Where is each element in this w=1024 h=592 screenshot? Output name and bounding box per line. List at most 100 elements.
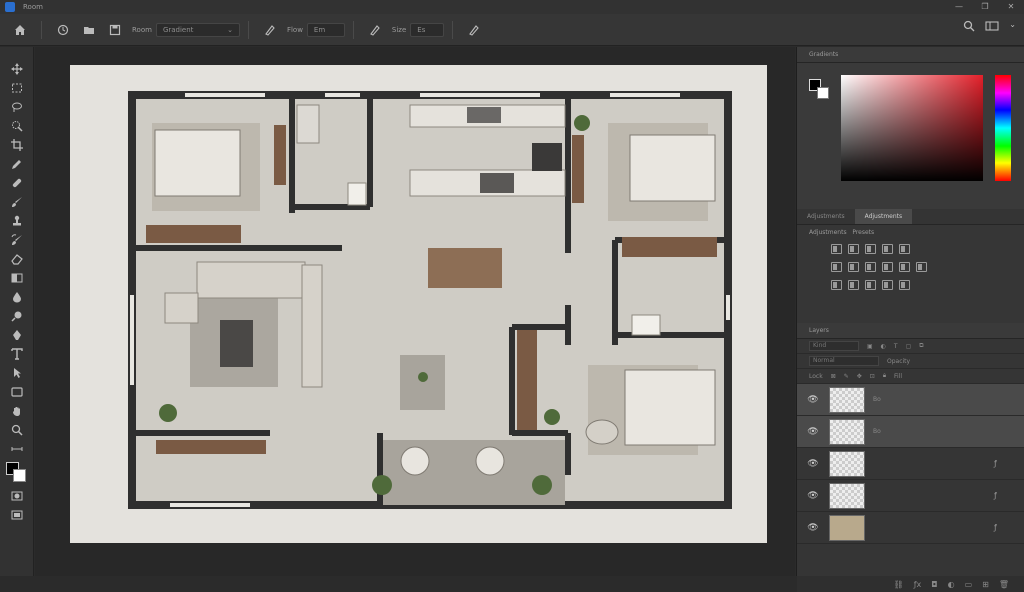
move-icon[interactable] (0, 59, 34, 78)
layer-name[interactable]: Bo (873, 428, 994, 435)
zoom-icon[interactable] (0, 420, 34, 439)
tab-adjustments-active[interactable]: Adjustments (854, 209, 913, 224)
eyedropper-icon[interactable] (0, 154, 34, 173)
lock-brush-icon[interactable]: ✎ (844, 373, 849, 380)
lock-artboard-icon[interactable]: ⊡ (870, 373, 875, 380)
trash-icon[interactable]: 🗑︎ (999, 580, 1009, 589)
pressure-icon[interactable] (464, 20, 484, 40)
chevron-down-icon[interactable]: ⌄ (1009, 20, 1016, 34)
canvas-area[interactable] (35, 47, 795, 576)
lock-pixels-icon[interactable]: ⊠ (831, 373, 836, 380)
black-white-icon[interactable] (865, 262, 876, 272)
filter-shape-icon[interactable]: ▢ (906, 343, 912, 350)
filter-pixel-icon[interactable]: ▣ (867, 343, 873, 350)
airbrush-icon[interactable] (365, 20, 385, 40)
exposure-icon[interactable] (882, 244, 893, 254)
marquee-icon[interactable] (0, 78, 34, 97)
lasso-icon[interactable] (0, 97, 34, 116)
filter-type-icon[interactable]: T (894, 343, 898, 350)
layer-row[interactable]: 👁︎ Bo (797, 384, 1024, 416)
color-balance-icon[interactable] (848, 262, 859, 272)
quick-select-icon[interactable] (0, 116, 34, 135)
layer-name[interactable]: Bo (873, 396, 994, 403)
brush-settings-icon[interactable] (260, 20, 280, 40)
brush-icon[interactable] (0, 192, 34, 211)
invert-icon[interactable] (831, 280, 842, 290)
blur-icon[interactable] (0, 287, 34, 306)
adjustment-icon[interactable]: ◐ (948, 580, 955, 589)
pen-icon[interactable] (0, 325, 34, 344)
link-icon[interactable]: ⛓ (894, 580, 904, 589)
selective-color-icon[interactable] (899, 280, 910, 290)
vibrance-icon[interactable] (899, 244, 910, 254)
layer-fx-icon[interactable]: ƒ (994, 523, 1024, 532)
adjustments-title: Adjustments Presets (797, 225, 1024, 240)
photo-filter-icon[interactable] (882, 262, 893, 272)
visibility-eye-icon[interactable]: 👁︎ (797, 523, 829, 533)
visibility-eye-icon[interactable]: 👁︎ (797, 459, 829, 469)
save-icon[interactable] (105, 20, 125, 40)
visibility-eye-icon[interactable]: 👁︎ (797, 395, 829, 405)
shape-icon[interactable] (0, 382, 34, 401)
layer-row[interactable]: 👁︎ ƒ (797, 512, 1024, 544)
quick-mask-icon[interactable] (0, 486, 34, 505)
filter-smart-icon[interactable]: ⧉ (919, 342, 923, 350)
hue-saturation-icon[interactable] (831, 262, 842, 272)
curves-icon[interactable] (865, 244, 876, 254)
blend-mode-select[interactable]: Normal (809, 356, 879, 366)
lock-position-icon[interactable]: ✥ (857, 373, 862, 380)
flow-field[interactable]: Em (306, 22, 345, 37)
maximize-button[interactable]: ❐ (972, 0, 998, 14)
threshold-icon[interactable] (865, 280, 876, 290)
visibility-eye-icon[interactable]: 👁︎ (797, 427, 829, 437)
gradient-map-icon[interactable] (882, 280, 893, 290)
layer-row[interactable]: 👁︎ ƒ (797, 480, 1024, 512)
color-swatches[interactable] (0, 458, 33, 486)
levels-icon[interactable] (848, 244, 859, 254)
background-color-mini[interactable] (817, 87, 829, 99)
background-color[interactable] (13, 469, 26, 482)
layer-fx-icon[interactable]: ƒ (994, 491, 1024, 500)
screen-mode-icon[interactable] (0, 505, 34, 524)
posterize-icon[interactable] (848, 280, 859, 290)
color-picker-field[interactable] (841, 75, 983, 181)
color-lookup-icon[interactable] (916, 262, 927, 272)
hand-icon[interactable] (0, 401, 34, 420)
crop-icon[interactable] (0, 135, 34, 154)
fx-icon[interactable]: ƒx (914, 580, 922, 589)
size-field[interactable]: Es (410, 22, 445, 37)
eraser-icon[interactable] (0, 249, 34, 268)
tool-preset-icon[interactable] (53, 20, 73, 40)
hue-slider[interactable] (995, 75, 1011, 181)
history-brush-icon[interactable] (0, 230, 34, 249)
close-button[interactable]: ✕ (998, 0, 1024, 14)
layer-fx-icon[interactable]: ƒ (994, 459, 1024, 468)
layer-row[interactable]: 👁︎ ƒ (797, 448, 1024, 480)
folder-icon[interactable] (79, 20, 99, 40)
more-icon[interactable] (0, 439, 34, 458)
mode-select[interactable]: Gradient ⌄ (155, 22, 240, 37)
lock-all-icon[interactable]: 🔒︎ (883, 372, 886, 380)
dodge-icon[interactable] (0, 306, 34, 325)
brightness-icon[interactable] (831, 244, 842, 254)
channel-mixer-icon[interactable] (899, 262, 910, 272)
mask-icon[interactable]: ◘ (931, 580, 937, 589)
home-icon[interactable] (10, 20, 30, 40)
adjustments-presets[interactable]: Presets (852, 229, 874, 236)
folder-icon[interactable]: ▭ (965, 580, 973, 589)
document-canvas[interactable] (70, 65, 767, 543)
filter-adjustment-icon[interactable]: ◐ (881, 343, 886, 350)
tab-adjustments[interactable]: Adjustments (797, 209, 855, 224)
minimize-button[interactable]: — (946, 0, 972, 14)
gradient-icon[interactable] (0, 268, 34, 287)
path-select-icon[interactable] (0, 363, 34, 382)
layer-row[interactable]: 👁︎ Bo (797, 416, 1024, 448)
kind-filter-select[interactable]: Kind (809, 341, 859, 351)
healing-icon[interactable] (0, 173, 34, 192)
visibility-eye-icon[interactable]: 👁︎ (797, 491, 829, 501)
workspace-icon[interactable] (985, 20, 999, 34)
type-icon[interactable] (0, 344, 34, 363)
new-layer-icon[interactable]: ⊞ (982, 580, 989, 589)
search-icon[interactable] (963, 20, 975, 34)
stamp-icon[interactable] (0, 211, 34, 230)
